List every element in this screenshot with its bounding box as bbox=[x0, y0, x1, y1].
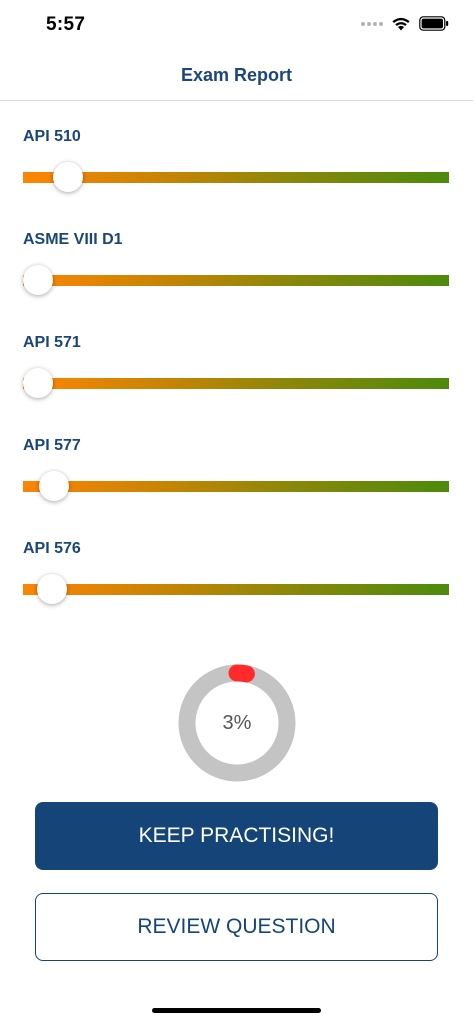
cellular-signal-icon bbox=[361, 21, 383, 26]
review-question-button[interactable]: REVIEW QUESTION bbox=[35, 893, 438, 961]
overall-score-ring: 3% bbox=[178, 664, 296, 782]
battery-icon bbox=[419, 16, 449, 31]
page-title: Exam Report bbox=[180, 65, 293, 85]
status-bar: 5:57 bbox=[0, 0, 473, 52]
score-slider-track[interactable] bbox=[23, 481, 449, 492]
subject-label: API 510 bbox=[23, 128, 81, 145]
score-slider-track[interactable] bbox=[23, 275, 449, 286]
navigation-bar: Exam Report bbox=[0, 52, 473, 101]
home-indicator bbox=[152, 1008, 321, 1013]
score-slider-track[interactable] bbox=[23, 378, 449, 389]
score-slider-track[interactable] bbox=[23, 172, 449, 183]
subject-label: API 577 bbox=[23, 437, 81, 454]
subject-label: API 571 bbox=[23, 334, 81, 351]
status-icons bbox=[361, 16, 449, 31]
score-slider-thumb[interactable] bbox=[53, 162, 84, 192]
wifi-icon bbox=[392, 17, 410, 31]
subject-api-571: API 571 bbox=[0, 334, 473, 434]
keep-practising-button[interactable]: KEEP PRACTISING! bbox=[35, 802, 438, 870]
score-slider-thumb[interactable] bbox=[39, 471, 70, 501]
subject-api-576: API 576 bbox=[0, 540, 473, 640]
subject-label: API 576 bbox=[23, 540, 81, 557]
subject-api-510: API 510 bbox=[0, 128, 473, 228]
subject-label: ASME VIII D1 bbox=[23, 231, 123, 248]
overall-score-label: 3% bbox=[222, 712, 252, 734]
score-slider-thumb[interactable] bbox=[36, 574, 67, 604]
score-slider-thumb[interactable] bbox=[22, 265, 53, 295]
subject-asme-viii-d1: ASME VIII D1 bbox=[0, 231, 473, 331]
subject-api-577: API 577 bbox=[0, 437, 473, 537]
score-slider-thumb[interactable] bbox=[22, 368, 53, 398]
score-slider-track[interactable] bbox=[23, 584, 449, 595]
status-time: 5:57 bbox=[46, 14, 86, 35]
